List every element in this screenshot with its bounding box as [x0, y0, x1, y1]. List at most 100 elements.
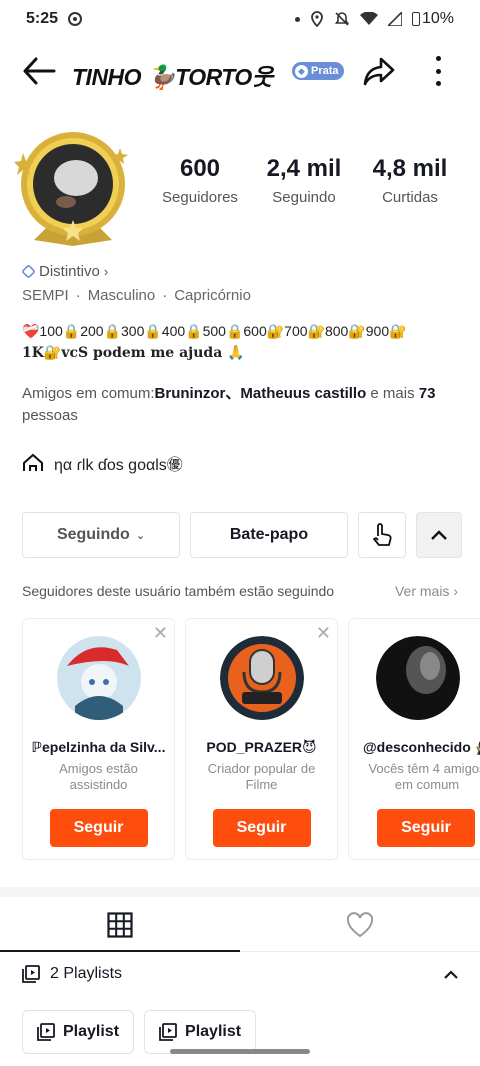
- friends-names: Bruninzor、Matheuus castillo: [154, 385, 367, 402]
- section-divider: [0, 887, 480, 897]
- tab-liked[interactable]: [240, 898, 480, 951]
- playlist-list: Playlist Playlist: [22, 1010, 257, 1054]
- tab-videos[interactable]: [0, 898, 240, 952]
- friends-mid: e mais: [366, 385, 419, 402]
- playlist-item[interactable]: Playlist: [22, 1010, 135, 1054]
- chat-button[interactable]: Bate-papo: [190, 512, 348, 558]
- heart-icon: [346, 911, 374, 937]
- profile-link[interactable]: ηα ɾlk ɗos goαƖs㊝: [22, 451, 183, 475]
- follow-button[interactable]: Seguir: [49, 809, 148, 847]
- house-icon: [23, 453, 43, 471]
- chevron-right-icon: ›: [453, 583, 458, 599]
- suggestion-desc: Amigos estão assistindo: [59, 761, 138, 792]
- mutual-friends[interactable]: Amigos em comum:Bruninzor、Matheuus casti…: [22, 383, 462, 427]
- suggestions-title: Seguidores deste usuário também estão se…: [22, 583, 335, 599]
- suggestion-desc: Vocês têm 4 amigos em comum: [368, 761, 480, 792]
- more-options-icon[interactable]: [430, 56, 446, 86]
- status-bar: 5:25 10%: [0, 0, 480, 38]
- hand-icon: [373, 523, 392, 546]
- profile-bio: ❤️‍🩹100🔒200🔒300🔒400🔒500🔒600🔐700🔐800🔐900🔐…: [22, 320, 472, 364]
- poke-button[interactable]: [358, 512, 406, 558]
- suggestion-name: @desconhecido 🥷: [363, 739, 480, 755]
- action-buttons: Seguindo ⌄ Bate-papo: [22, 512, 462, 558]
- distintivo-link[interactable]: Distintivo ›: [21, 263, 109, 280]
- chat-label: Bate-papo: [229, 526, 309, 543]
- playlists-count: 2 Playlists: [50, 965, 123, 982]
- notification-dot-icon: [294, 16, 300, 22]
- status-time: 5:25: [26, 10, 59, 27]
- collapse-suggestions-button[interactable]: [416, 512, 462, 558]
- stat-following[interactable]: 2,4 mil Seguindo: [250, 155, 358, 206]
- playlist-icon: [22, 965, 40, 983]
- dismiss-icon[interactable]: ✕: [316, 623, 331, 644]
- rank-badge[interactable]: ◆ Prata: [292, 62, 344, 80]
- suggestion-avatar: [219, 636, 304, 720]
- page-title: TINHO 🦆TORTO웃: [72, 64, 273, 90]
- follow-button[interactable]: Seguir: [212, 809, 311, 847]
- stat-value: 600: [179, 155, 221, 182]
- suggestion-name: POD_PRAZER😈: [206, 739, 317, 755]
- battery-level: 10%: [421, 10, 454, 27]
- playlists-header[interactable]: 2 Playlists: [22, 965, 458, 983]
- badge-label: Prata: [311, 65, 339, 77]
- see-more-label: Ver mais: [394, 583, 450, 599]
- chevron-right-icon: ›: [103, 264, 109, 279]
- badge-icon: ◆: [295, 64, 308, 78]
- suggestion-avatar: [376, 636, 460, 720]
- location-icon: [311, 11, 323, 27]
- chevron-down-icon: ⌄: [135, 529, 146, 542]
- follow-button[interactable]: Seguir: [377, 809, 475, 847]
- home-indicator[interactable]: [170, 1049, 310, 1054]
- suggestion-name: ℙepelzinha da Silv...: [31, 739, 166, 755]
- suggestion-card[interactable]: ✕ POD_PRAZER😈 Criador popular de Filme S…: [185, 618, 338, 860]
- tag: SEMPI: [22, 287, 69, 304]
- stat-likes[interactable]: 4,8 mil Curtidas: [358, 155, 462, 206]
- grid-icon: [107, 911, 133, 938]
- playlist-label: Playlist: [185, 1023, 242, 1040]
- playlist-icon: [37, 1023, 55, 1041]
- record-icon: [68, 12, 83, 26]
- stat-label: Seguindo: [272, 189, 336, 206]
- badge-icon: [21, 264, 36, 279]
- playlist-item[interactable]: Playlist: [144, 1010, 257, 1054]
- profile-stats: 600 Seguidores 2,4 mil Seguindo 4,8 mil Cur…: [150, 155, 470, 206]
- share-icon[interactable]: [362, 54, 396, 88]
- dismiss-icon[interactable]: ✕: [153, 623, 168, 644]
- playlist-icon: [159, 1023, 177, 1041]
- avatar[interactable]: [14, 128, 132, 246]
- suggestion-card[interactable]: ✕ ℙepelzinha da Silv... Amigos estão ass…: [22, 618, 175, 860]
- following-label: Seguindo: [56, 526, 130, 543]
- bio-line: 1K🔐vcS podem me ajuda 🙏: [22, 345, 245, 361]
- suggestion-card[interactable]: @desconhecido 🥷 Vocês têm 4 amigos em co…: [348, 618, 480, 860]
- stat-label: Curtidas: [382, 189, 438, 206]
- profile-header: TINHO 🦆TORTO웃 ◆ Prata: [0, 46, 480, 96]
- profile-tags: SEMPI · Masculino · Capricórnio: [22, 287, 251, 304]
- following-button[interactable]: Seguindo ⌄: [22, 512, 180, 558]
- content-tabs: [0, 898, 480, 952]
- suggestion-desc: Criador popular de Filme: [207, 761, 316, 792]
- link-text: ηα ɾlk ɗos goαƖs㊝: [54, 457, 183, 474]
- suggestions-header: Seguidores deste usuário também estão se…: [22, 583, 458, 599]
- stat-followers[interactable]: 600 Seguidores: [150, 155, 250, 206]
- tag: Masculino: [87, 287, 156, 304]
- suggestion-avatar: [56, 636, 141, 720]
- stat-value: 4,8 mil: [372, 155, 448, 182]
- friends-count: 73: [418, 385, 436, 402]
- mute-icon: [334, 12, 350, 26]
- friends-suffix: pessoas: [22, 407, 78, 424]
- chevron-up-icon: [431, 530, 447, 540]
- suggestion-cards: ✕ ℙepelzinha da Silv... Amigos estão ass…: [22, 618, 480, 860]
- battery-icon: [411, 12, 420, 26]
- stat-value: 2,4 mil: [266, 155, 342, 182]
- playlist-label: Playlist: [63, 1023, 120, 1040]
- signal-icon: [387, 12, 402, 26]
- stat-label: Seguidores: [162, 189, 238, 206]
- friends-prefix: Amigos em comum:: [22, 385, 155, 402]
- distintivo-label: Distintivo: [39, 263, 100, 280]
- wifi-icon: [359, 12, 378, 25]
- back-arrow-icon[interactable]: [22, 56, 56, 86]
- tag: Capricórnio: [174, 287, 251, 304]
- see-more-link[interactable]: Ver mais ›: [395, 583, 458, 599]
- chevron-up-icon: [444, 969, 458, 979]
- bio-line: ❤️‍🩹100🔒200🔒300🔒400🔒500🔒600🔐700🔐800🔐900🔐: [22, 323, 407, 339]
